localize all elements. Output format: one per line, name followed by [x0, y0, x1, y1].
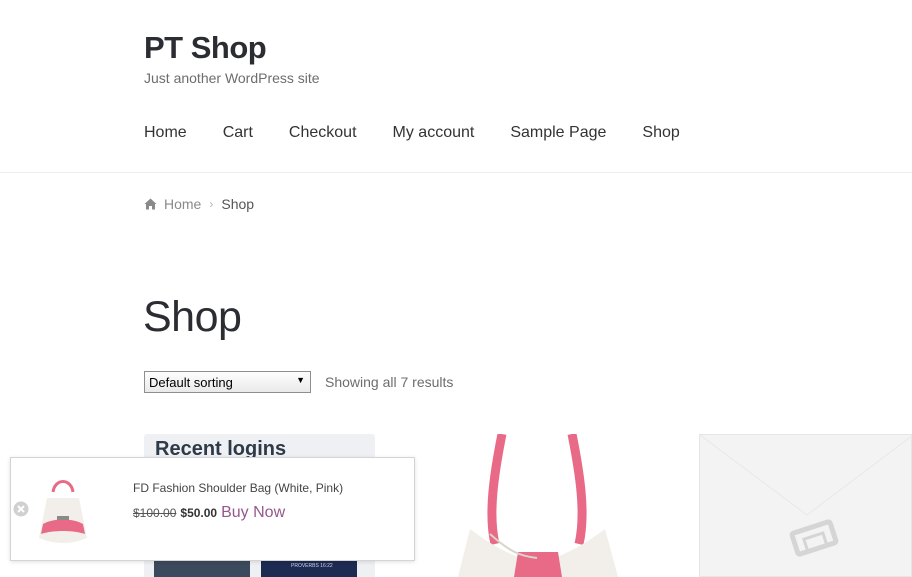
dropdown-arrow-icon: ▼ [296, 375, 305, 385]
product-image-placeholder[interactable] [699, 434, 912, 577]
close-circle-icon[interactable] [13, 501, 29, 517]
nav-item-home[interactable]: Home [144, 124, 187, 142]
login-avatar-thumbnail[interactable] [154, 560, 250, 577]
regular-price: $100.00 [133, 506, 177, 520]
product-image-shoulder-bag[interactable] [440, 434, 630, 577]
nav-item-checkout[interactable]: Checkout [289, 124, 357, 142]
nav-item-cart[interactable]: Cart [223, 124, 253, 142]
placeholder-image-icon [699, 434, 912, 557]
nav-item-sample-page[interactable]: Sample Page [510, 124, 606, 142]
sales-notification-popup: FD Fashion Shoulder Bag (White, Pink) $1… [10, 457, 415, 561]
buy-now-link[interactable]: Buy Now [221, 504, 285, 522]
popup-product-name[interactable]: FD Fashion Shoulder Bag (White, Pink) [133, 481, 343, 495]
login-avatar-thumbnail[interactable]: PROVERBS 16:22 [261, 560, 357, 577]
home-icon [144, 198, 157, 210]
thumbnail-caption: PROVERBS 16:22 [291, 563, 333, 569]
sorting-selected-value: Default sorting [149, 375, 233, 390]
site-title[interactable]: PT Shop [144, 30, 267, 66]
product-thumbnail[interactable] [33, 472, 93, 548]
primary-navigation: Home Cart Checkout My account Sample Pag… [144, 124, 716, 142]
breadcrumb: Home › Shop [144, 196, 254, 212]
sale-price: $50.00 [180, 506, 218, 520]
nav-item-shop[interactable]: Shop [642, 124, 679, 142]
popup-price: $100.00 $50.00 Buy Now [133, 504, 285, 522]
page-title: Shop [143, 293, 242, 341]
breadcrumb-current: Shop [221, 196, 255, 212]
breadcrumb-home-link[interactable]: Home [164, 196, 201, 212]
site-header: PT Shop Just another WordPress site Home… [0, 0, 912, 173]
site-description: Just another WordPress site [144, 70, 320, 86]
breadcrumb-separator-icon: › [209, 197, 214, 211]
nav-item-my-account[interactable]: My account [393, 124, 475, 142]
result-count: Showing all 7 results [325, 374, 454, 390]
sorting-select[interactable]: Default sorting ▼ [144, 371, 311, 393]
